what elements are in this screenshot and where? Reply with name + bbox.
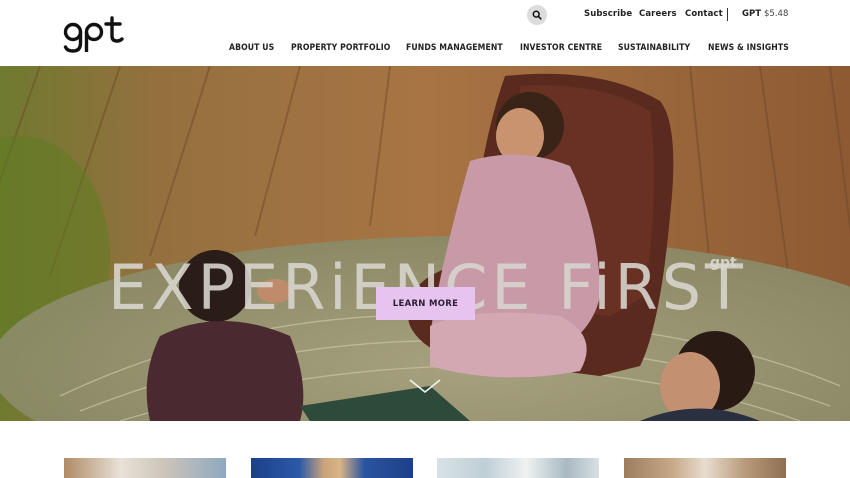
feature-card-2[interactable] [251,458,413,478]
contact-link[interactable]: Contact [685,9,723,19]
share-price[interactable]: GPT $5.48 [742,9,788,19]
search-button[interactable] [527,5,547,25]
nav-property-portfolio[interactable]: PROPERTY PORTFOLIO [291,43,390,53]
nav-about-us[interactable]: ABOUT US [229,43,274,53]
share-code: GPT [742,9,762,19]
feature-card-3[interactable] [437,458,599,478]
hero-headline-brand: gpt [710,255,737,271]
nav-sustainability[interactable]: SUSTAINABILITY [618,43,690,53]
nav-investor-centre[interactable]: INVESTOR CENTRE [520,43,602,53]
search-icon [532,10,542,20]
site-header: Subscribe Careers Contact GPT $5.48 ABOUT… [0,0,850,66]
nav-news-insights[interactable]: NEWS & INSIGHTS [708,43,789,53]
nav-funds-management[interactable]: FUNDS MANAGEMENT [406,43,503,53]
hero-banner: EXPERiENCE FiRST gpt LEARN MORE [0,66,850,421]
feature-card-1[interactable] [64,458,226,478]
hero-image [0,66,850,421]
chevron-down-icon[interactable] [408,377,442,395]
subscribe-link[interactable]: Subscribe [584,9,632,19]
utility-divider [727,8,728,21]
careers-link[interactable]: Careers [639,9,677,19]
feature-card-4[interactable] [624,458,786,478]
gpt-logo[interactable] [62,12,130,54]
share-price-value: $5.48 [764,9,789,19]
learn-more-button[interactable]: LEARN MORE [376,287,475,320]
